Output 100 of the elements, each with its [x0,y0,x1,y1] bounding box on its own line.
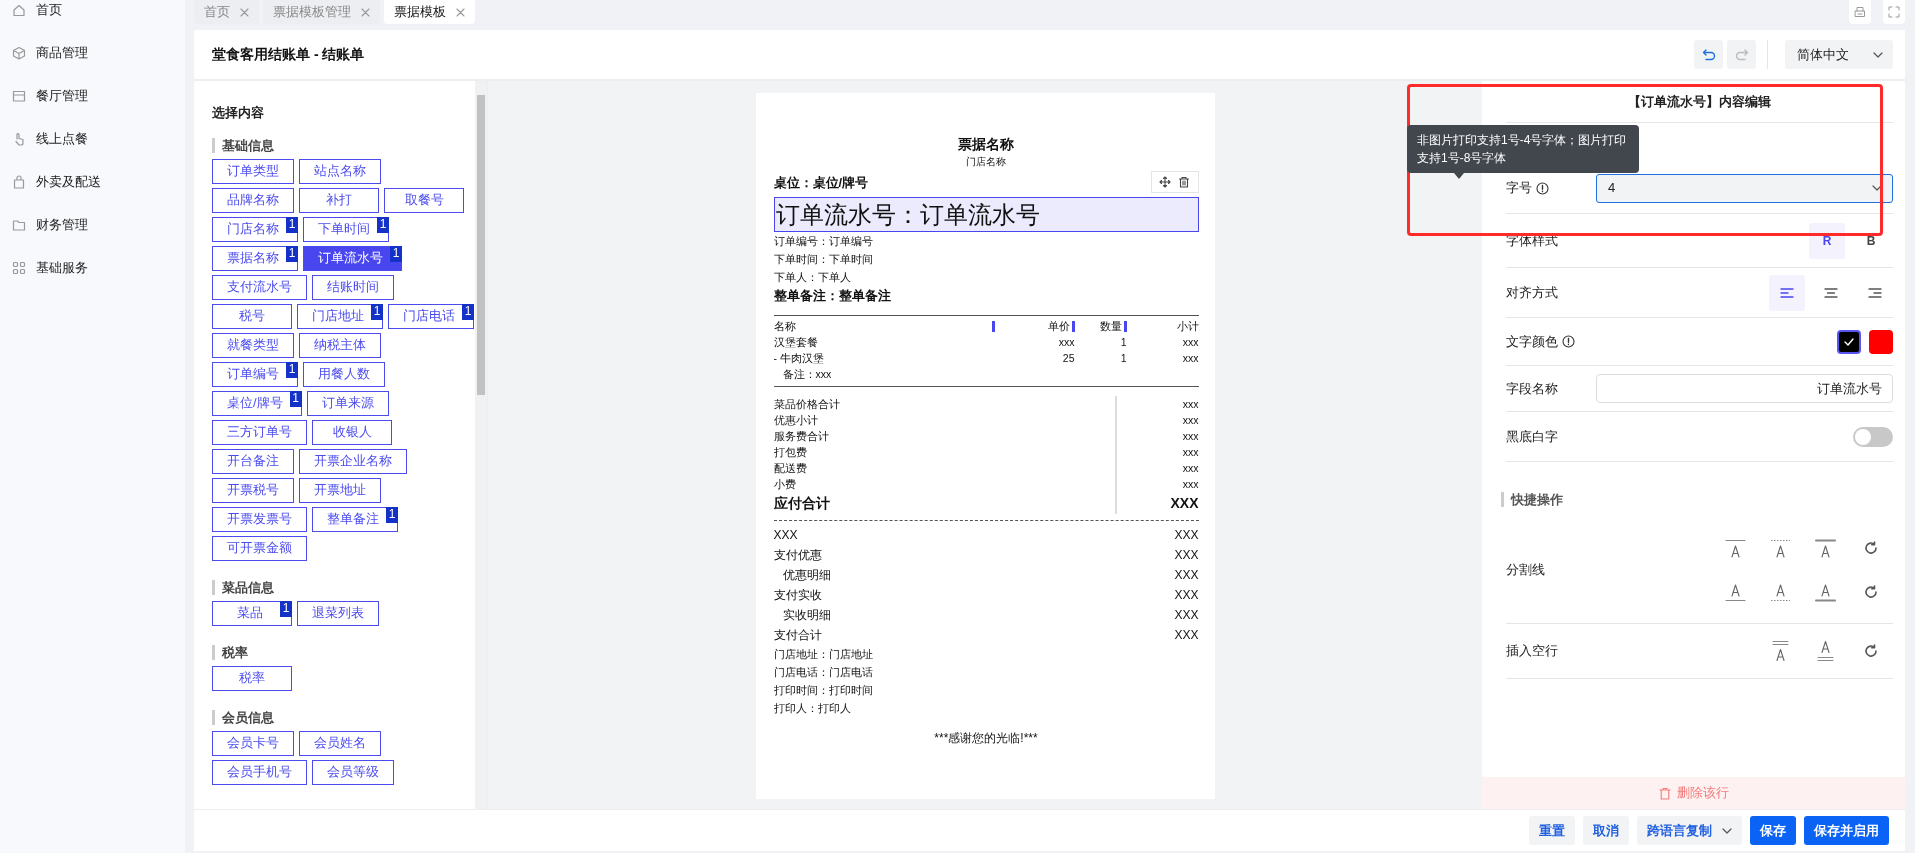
field-tag[interactable]: 纳税主体 [299,332,381,358]
line-below-icon[interactable] [1813,582,1838,602]
toggle-switch[interactable] [1853,426,1893,447]
field-tag[interactable]: 桌位/牌号 1 [212,390,302,416]
sidebar-item[interactable]: 线上点餐 [0,117,185,160]
field-tag[interactable]: 会员等级 [312,759,394,785]
refresh-icon[interactable] [1863,541,1878,555]
color-swatch[interactable] [1869,329,1893,354]
field-tag[interactable]: 取餐号 [384,187,464,213]
receipt-line[interactable]: 整单备注：整单备注 [773,286,891,306]
font-size-select[interactable]: 4 [1596,173,1893,203]
resize-handle[interactable] [1071,320,1075,332]
field-tag[interactable]: 开票地址 [299,477,381,503]
sidebar-item[interactable]: 首页 [0,0,185,31]
sidebar-item[interactable]: 商品管理 [0,31,185,74]
field-tag[interactable]: 订单类型 [212,158,294,184]
tooltip: 非图片打印支持1号-4号字体；图片打印支持1号-8号字体 [1407,125,1639,173]
folder-icon [12,217,26,232]
table-cell-text: 汉堡套餐 [773,335,819,350]
table-cell-text: 25 [1061,351,1075,366]
field-label: 字号 [1506,179,1532,198]
field-tag[interactable]: 门店电话 1 [388,303,474,329]
sidebar-item[interactable]: 餐厅管理 [0,74,185,117]
field-tag[interactable]: 门店地址 1 [297,303,383,329]
field-tag[interactable]: 会员姓名 [299,730,381,756]
action-button[interactable]: 保存 [1750,816,1796,845]
field-tag[interactable]: 税率 [212,665,292,691]
action-button[interactable]: 保存并启用 [1804,816,1889,845]
field-tag[interactable]: 站点名称 [299,158,381,184]
field-tag[interactable]: 开票发票号 [212,506,307,532]
field-tag[interactable]: 三方订单号 [212,419,307,445]
line-above-icon[interactable] [1813,538,1838,558]
receipt-line[interactable]: 门店地址：门店地址 [773,645,873,663]
field-tag[interactable]: 门店名称 1 [212,216,298,242]
field-tag[interactable]: 会员手机号 [212,759,307,785]
sidebar-item[interactable]: 财务管理 [0,203,185,246]
field-tag[interactable]: 品牌名称 [212,187,294,213]
field-tag[interactable]: 整单备注 1 [312,506,398,532]
thank-you-text[interactable]: ***感谢您的光临!*** [773,729,1199,747]
resize-handle[interactable] [991,320,995,332]
action-button[interactable]: 取消 [1583,816,1629,845]
sidebar-item[interactable]: 外卖及配送 [0,160,185,203]
field-tag[interactable]: 订单编号 1 [212,361,298,387]
color-swatch[interactable] [1837,329,1861,354]
field-tag[interactable]: 可开票金额 [212,535,307,561]
line-below-icon[interactable] [1768,582,1793,602]
field-tag[interactable]: 会员卡号 [212,730,294,756]
scrollbar[interactable] [475,81,487,809]
receipt-line[interactable]: 门店电话：门店电话 [773,663,873,681]
field-tag[interactable]: 开票企业名称 [299,448,407,474]
refresh-icon[interactable] [1863,585,1878,599]
receipt-line[interactable]: 订单编号：订单编号 [773,232,873,250]
action-button[interactable]: 跨语言复制 [1637,816,1742,845]
field-tag[interactable]: 用餐人数 [303,361,385,387]
items-table[interactable]: 名称 单价 数量 小计 汉堡套餐 xxx 1 xxx - 牛肉汉堡 25 1 xxx 备注：xxx [773,315,1199,387]
line-above-icon[interactable] [1768,538,1793,558]
field-name-input[interactable]: 订单流水号 [1596,374,1893,403]
field-tag[interactable]: 收银人 [312,419,392,445]
refresh-icon[interactable] [1863,643,1878,658]
receipt-line[interactable]: 下单人：下单人 [773,268,851,286]
style-option[interactable]: R [1809,222,1845,259]
undo-button[interactable] [1694,40,1723,69]
tab[interactable]: 票据模板 [384,0,475,24]
field-tag[interactable]: 结账时间 [312,274,394,300]
field-tag[interactable]: 支付流水号 [212,274,307,300]
align-button[interactable] [1769,274,1805,311]
store-name[interactable]: 门店名称 [773,155,1199,169]
redo-icon [1734,47,1749,62]
count-badge: 1 [386,506,398,523]
line-below-icon[interactable] [1723,582,1748,602]
field-tag[interactable]: 开台备注 [212,448,294,474]
payment-label: 支付实收 [773,587,822,604]
line-above-icon[interactable] [1723,538,1748,558]
align-center-icon [1824,286,1838,299]
field-tag[interactable]: 下单时间 1 [303,216,389,242]
field-tag[interactable]: 就餐类型 [212,332,294,358]
field-tag[interactable]: 票据名称 1 [212,245,298,271]
field-tag[interactable]: 补打 [299,187,379,213]
resize-handle[interactable] [1123,320,1127,332]
print-button[interactable] [1849,0,1871,24]
close-icon[interactable] [456,7,465,17]
field-tag[interactable]: 菜品 1 [212,600,292,626]
field-tag[interactable]: 退菜列表 [297,600,379,626]
field-tag[interactable]: 开票税号 [212,477,294,503]
style-option[interactable]: B [1853,222,1889,259]
receipt-line[interactable]: 打印时间：打印时间 [773,681,873,699]
payment-label: 实收明细 [782,607,831,624]
receipt-title[interactable]: 票据名称 [773,135,1199,155]
move-icon[interactable] [1159,176,1171,188]
receipt-line[interactable]: 打印人：打印人 [773,699,851,717]
action-button[interactable]: 重置 [1529,816,1575,845]
field-tag[interactable]: 订单来源 [306,390,389,416]
receipt-line[interactable]: 下单时间：下单时间 [773,250,873,268]
table-cell-text: 1 [1119,351,1127,366]
receipt-line[interactable]: 桌位：桌位/牌号 [773,173,869,193]
field-tag[interactable]: 订单流水号 1 [303,245,402,271]
language-select[interactable]: 简体中文 [1785,40,1893,69]
field-tag[interactable]: 税号 [212,303,292,329]
sidebar-item[interactable]: 基础服务 [0,246,185,289]
trash-icon[interactable] [1178,176,1190,188]
